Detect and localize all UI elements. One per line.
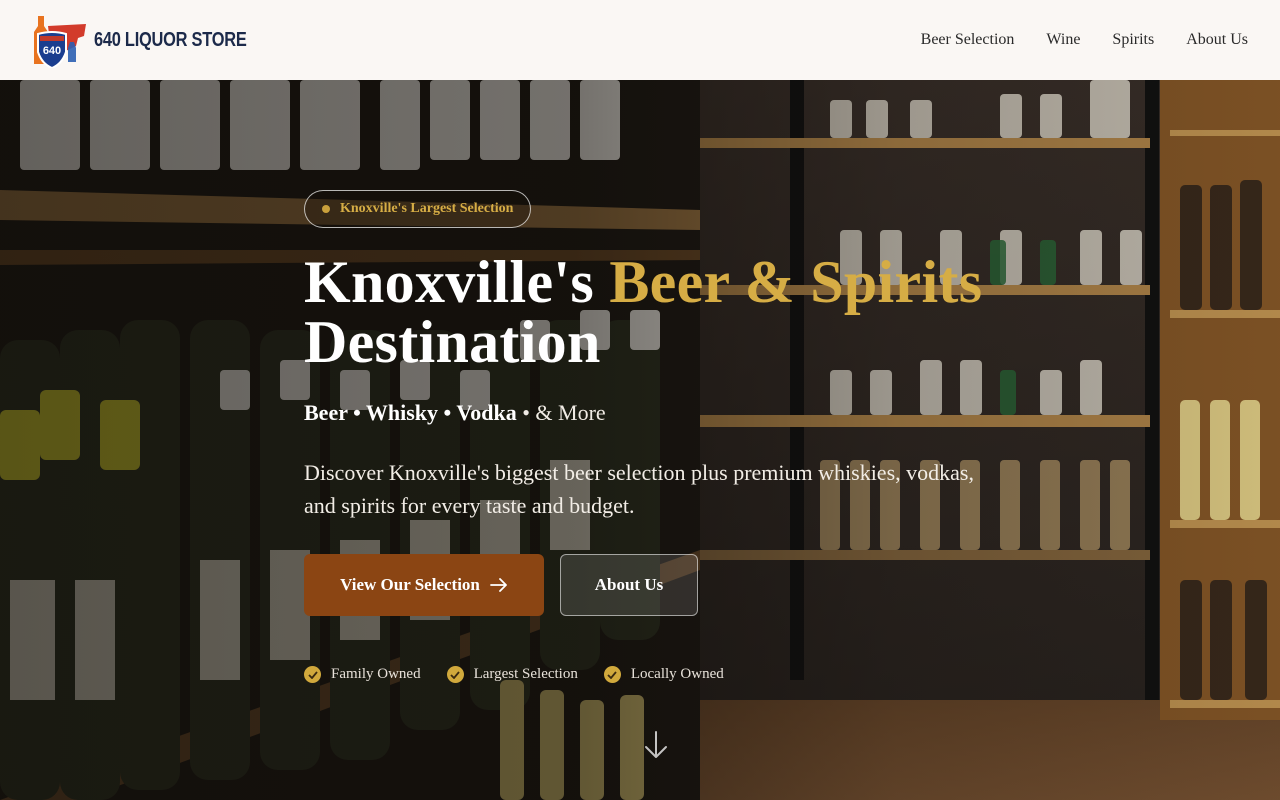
main-nav: Beer Selection Wine Spirits About Us — [921, 31, 1248, 49]
shield-number: 640 — [43, 45, 61, 57]
subtitle-whisky: Whisky — [365, 400, 439, 425]
about-us-button[interactable]: About Us — [560, 554, 698, 616]
check-circle-icon — [446, 666, 464, 683]
title-part2: Destination — [304, 309, 601, 375]
view-selection-label: View Our Selection — [340, 575, 480, 594]
site-header: 640 640 LIQUOR STORE Beer Selection Wine… — [0, 0, 1280, 80]
feature-label: Locally Owned — [630, 666, 724, 682]
subtitle-beer: Beer — [304, 400, 348, 425]
subtitle-sep-3: • — [516, 400, 536, 425]
feature-locally-owned: Locally Owned — [603, 666, 724, 683]
badge-text: Knoxville's Largest Selection — [340, 201, 514, 216]
nav-wine[interactable]: Wine — [1046, 31, 1080, 49]
check-circle-icon — [603, 666, 621, 683]
nav-about-us[interactable]: About Us — [1186, 31, 1248, 49]
arrow-down-icon[interactable] — [644, 730, 668, 760]
about-us-label: About Us — [594, 575, 664, 594]
view-selection-button[interactable]: View Our Selection — [304, 554, 544, 616]
hero-description: Discover Knoxville's biggest beer select… — [304, 460, 974, 518]
check-circle-icon — [304, 666, 321, 683]
feature-label: Family Owned — [331, 666, 421, 682]
subtitle-more: & More — [535, 400, 606, 425]
nav-spirits[interactable]: Spirits — [1112, 31, 1154, 49]
nav-beer-selection[interactable]: Beer Selection — [921, 31, 1015, 49]
feature-list: Family Owned Largest Selection Locally O… — [304, 666, 1004, 683]
subtitle-sep-2: • — [438, 400, 457, 425]
hero-badge: Knoxville's Largest Selection — [304, 190, 532, 228]
subtitle-vodka: Vodka — [456, 400, 517, 425]
hero-content: Knoxville's Largest Selection Knoxville'… — [304, 190, 1004, 683]
arrow-right-icon — [489, 578, 507, 592]
feature-family-owned: Family Owned — [304, 666, 421, 683]
feature-largest-selection: Largest Selection — [446, 666, 578, 683]
subtitle-sep-1: • — [347, 400, 366, 425]
dot-icon — [322, 205, 330, 213]
brand-logo[interactable]: 640 640 LIQUOR STORE — [32, 12, 280, 68]
hero-title: Knoxville's Beer & Spirits Destination — [304, 252, 1004, 372]
title-part1: Knoxville's — [304, 249, 610, 315]
feature-label: Largest Selection — [473, 666, 578, 682]
brand-name: 640 LIQUOR STORE — [94, 28, 247, 51]
hero-subtitle: Beer • Whisky • Vodka • & More — [304, 400, 1004, 426]
title-accent: Beer & Spirits — [609, 249, 983, 315]
hero-buttons: View Our Selection About Us — [304, 554, 1004, 616]
logo-shield-icon: 640 — [34, 16, 86, 68]
